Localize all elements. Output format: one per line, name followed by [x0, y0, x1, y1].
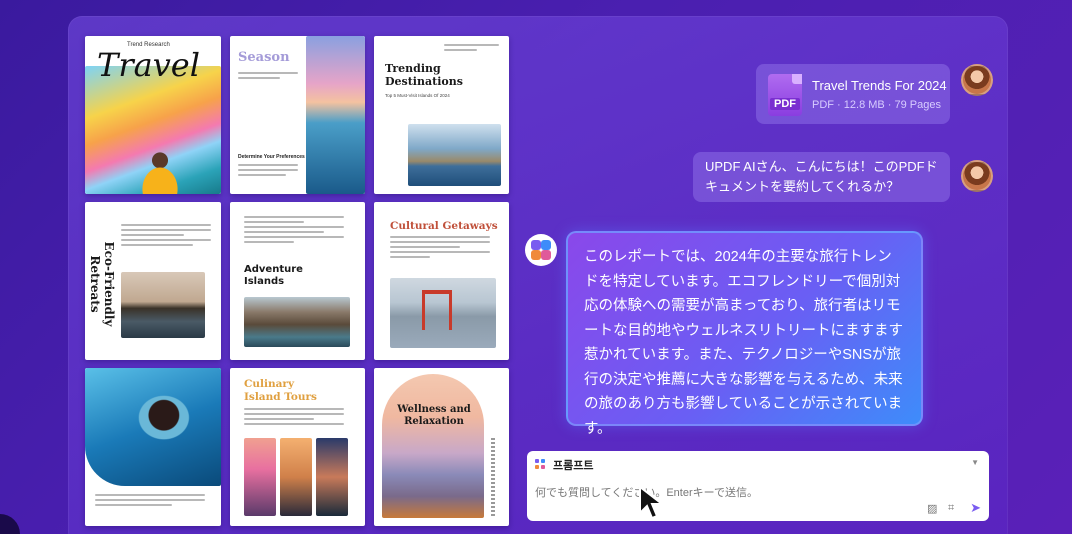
image-icon[interactable]: ▨ — [927, 502, 937, 515]
page-thumb-diver[interactable] — [85, 368, 221, 526]
sunset-image-2 — [280, 438, 312, 516]
user-message-bubble: UPDF AIさん、こんにちは！このPDFドキュメントを要約してくれるか？ — [693, 152, 950, 202]
chevron-down-icon[interactable]: ▼ — [971, 458, 979, 467]
trending-subtitle: Top 5 Must-Visit Islands Of 2024 — [385, 93, 450, 98]
season-title: Season — [238, 50, 290, 65]
culinary-title-2: Island Tours — [244, 391, 317, 403]
wellness-vertical-text — [491, 438, 495, 518]
page-thumb-travel[interactable]: Trend Research Travel — [85, 36, 221, 194]
prompt-input-box[interactable]: 프롬프트 ▼ 何でも質問してください。Enterキーで送信。 ▨ ⌗ ➤ — [527, 451, 989, 521]
sunset-image-1 — [244, 438, 276, 516]
travel-title: Travel — [97, 46, 200, 84]
page-thumb-trending[interactable]: Trending Destinations Top 5 Must-Visit I… — [374, 36, 509, 194]
page-thumb-culinary[interactable]: Culinary Island Tours — [230, 368, 365, 526]
user-avatar — [961, 64, 993, 96]
page-thumb-eco[interactable]: Eco-Friendly Retreats — [85, 202, 221, 360]
file-name: Travel Trends For 2024 — [812, 78, 947, 93]
mouse-cursor-icon — [639, 485, 664, 520]
diver-image — [85, 368, 221, 486]
prompt-selector-label[interactable]: 프롬프트 — [553, 457, 593, 473]
arch-rock-image — [244, 297, 350, 347]
page-thumb-cultural[interactable]: Cultural Getaways — [374, 202, 509, 360]
ai-message-bubble: このレポートでは、2024年の主要な旅行トレンドを特定しています。エコフレンドリ… — [566, 231, 923, 437]
page-thumb-season[interactable]: Season Determine Your Preferences — [230, 36, 365, 194]
file-attachment-card[interactable]: PDF Travel Trends For 2024 PDF · 12.8 MB… — [756, 64, 950, 124]
culinary-title-1: Culinary — [244, 378, 295, 390]
island-image — [408, 124, 501, 186]
rock-sea-image — [121, 272, 205, 338]
eco-title: Eco-Friendly Retreats — [88, 241, 116, 327]
cultural-title: Cultural Getaways — [390, 220, 498, 232]
user-avatar-2 — [961, 160, 993, 192]
page-thumb-adventure[interactable]: Adventure Islands — [230, 202, 365, 360]
updf-ai-logo — [525, 234, 557, 266]
send-icon[interactable]: ➤ — [970, 500, 981, 516]
kayak-image — [125, 146, 195, 194]
pdf-icon: PDF — [768, 74, 802, 116]
sunset-image-3 — [316, 438, 348, 516]
crop-icon[interactable]: ⌗ — [948, 502, 954, 515]
sunset-sea-image — [306, 36, 365, 194]
torii-shape — [422, 290, 452, 330]
corner-decoration — [0, 514, 20, 534]
page-thumb-wellness[interactable]: Wellness and Relaxation — [374, 368, 509, 526]
adventure-title: Adventure Islands — [244, 264, 303, 287]
wellness-arch-image — [382, 374, 484, 518]
file-meta: PDF · 12.8 MB · 79 Pages — [812, 99, 941, 111]
trending-title: Trending Destinations — [385, 62, 463, 88]
wellness-title: Wellness and Relaxation — [397, 404, 471, 427]
season-section: Determine Your Preferences — [238, 154, 305, 160]
prompt-icon — [535, 459, 545, 469]
